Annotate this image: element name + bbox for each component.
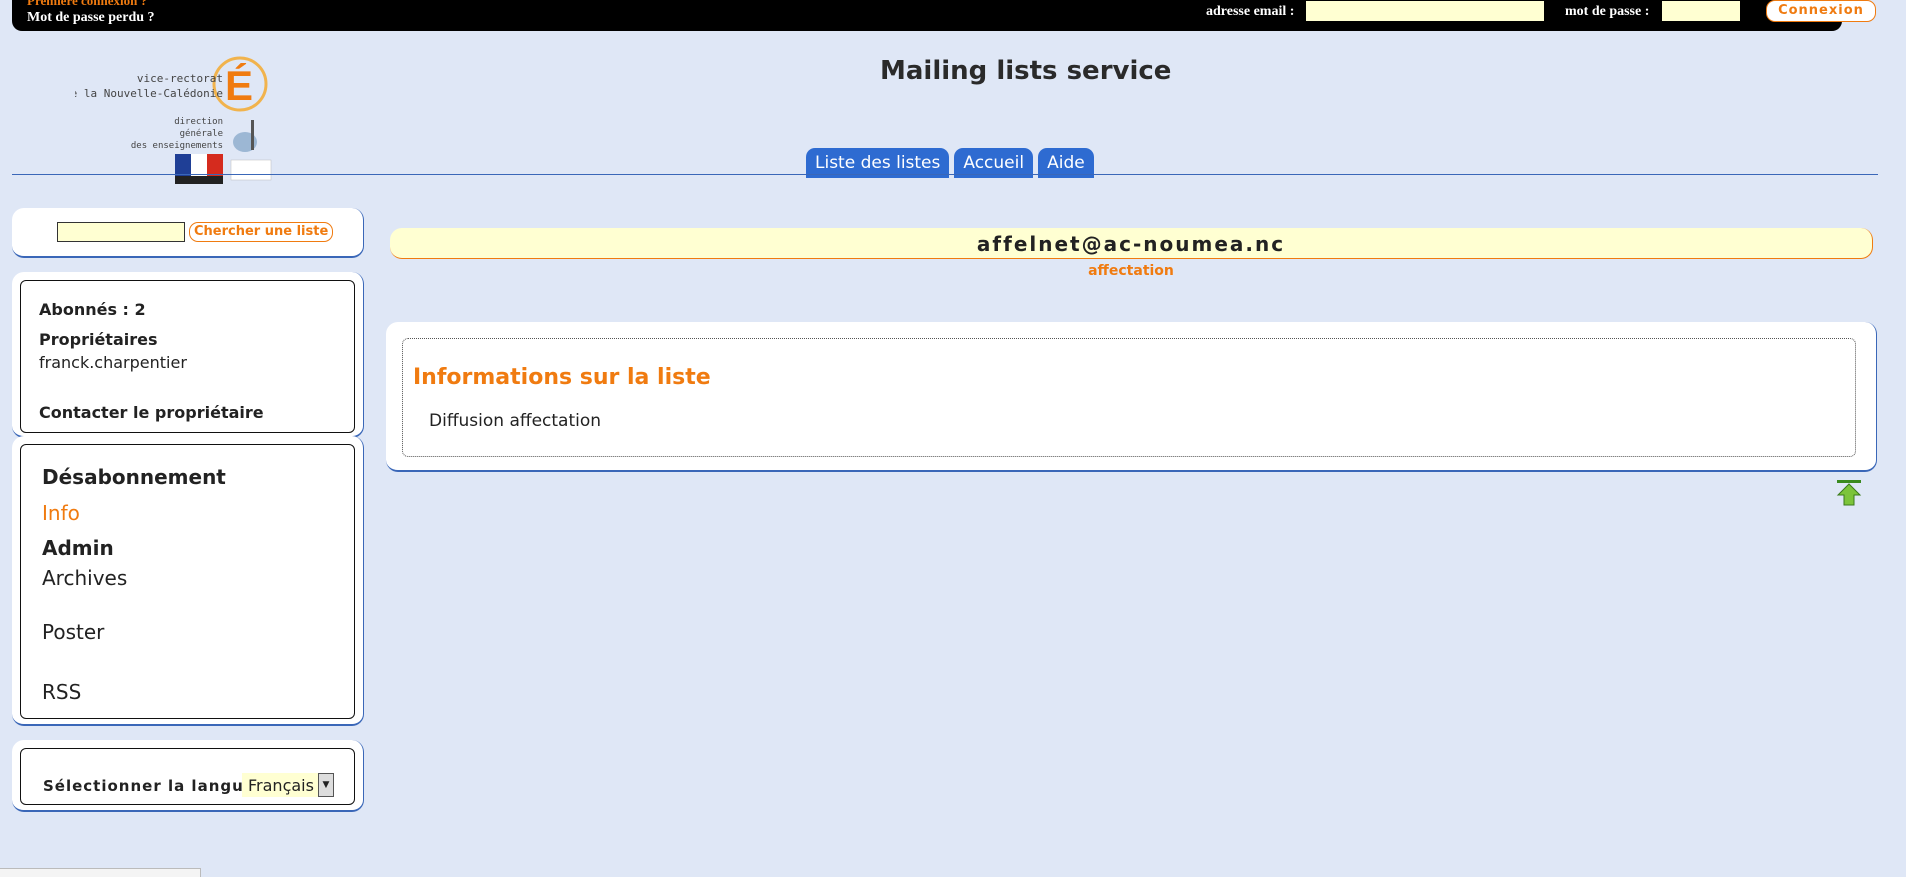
- subscriber-count: Abonnés : 2: [39, 300, 146, 319]
- section-title: Informations sur la liste: [413, 365, 711, 390]
- page-title: Mailing lists service: [880, 56, 1172, 86]
- password-label: mot de passe :: [1565, 4, 1650, 19]
- list-info-panel: Abonnés : 2 Propriétaires franck.charpen…: [12, 272, 364, 438]
- list-info-content-panel: Informations sur la liste Diffusion affe…: [386, 322, 1877, 472]
- password-field[interactable]: [1662, 1, 1740, 21]
- header-divider: [12, 174, 1878, 175]
- menu-post[interactable]: Poster: [42, 620, 104, 644]
- menu-archives[interactable]: Archives: [42, 566, 127, 590]
- menu-info[interactable]: Info: [42, 501, 80, 525]
- logo-line1: vice-rectorat: [137, 72, 223, 85]
- owners-heading: Propriétaires: [39, 330, 158, 349]
- language-selected-value: Français: [248, 775, 314, 795]
- logo-line5: des enseignements: [131, 141, 223, 151]
- list-menu-box: Désabonnement Info Admin Archives Poster…: [20, 444, 355, 719]
- contact-owner-link[interactable]: Contacter le propriétaire: [39, 403, 264, 422]
- list-menu-panel: Désabonnement Info Admin Archives Poster…: [12, 436, 364, 726]
- first-login-link[interactable]: Première connexion ?: [27, 0, 147, 9]
- menu-rss[interactable]: RSS: [42, 680, 81, 704]
- top-login-bar: Première connexion ? Mot de passe perdu …: [12, 0, 1876, 31]
- language-select[interactable]: Français ▼: [242, 773, 334, 797]
- list-subject: affectation: [1088, 263, 1174, 279]
- email-field[interactable]: [1306, 1, 1544, 21]
- list-info-content-box: Informations sur la liste Diffusion affe…: [402, 338, 1856, 457]
- language-box: Sélectionner la langue Français ▼: [20, 748, 355, 805]
- menu-admin[interactable]: Admin: [42, 536, 114, 560]
- lost-password-link[interactable]: Mot de passe perdu ?: [27, 10, 155, 26]
- login-button[interactable]: Connexion: [1766, 0, 1876, 22]
- email-label: adresse email :: [1206, 4, 1295, 19]
- language-panel: Sélectionner la langue Français ▼: [12, 740, 364, 812]
- vice-rectorat-logo[interactable]: É vice-rectorat de la Nouvelle-Calédonie…: [64, 42, 275, 187]
- chevron-down-icon[interactable]: ▼: [318, 773, 334, 797]
- search-button[interactable]: Chercher une liste: [189, 222, 334, 242]
- logo-line3: direction: [174, 117, 223, 127]
- owner-name: franck.charpentier: [39, 353, 187, 372]
- search-input[interactable]: [57, 222, 185, 242]
- list-address: affelnet@ac-noumea.nc: [976, 232, 1286, 256]
- list-address-banner: affelnet@ac-noumea.nc: [390, 228, 1873, 259]
- list-info-box: Abonnés : 2 Propriétaires franck.charpen…: [20, 280, 355, 433]
- menu-unsubscribe[interactable]: Désabonnement: [42, 465, 226, 489]
- logo-line4: générale: [180, 128, 223, 139]
- search-panel: Chercher une liste: [12, 208, 364, 258]
- language-label: Sélectionner la langue: [43, 777, 255, 795]
- logo-line2: de la Nouvelle-Calédonie: [75, 87, 223, 100]
- svg-text:É: É: [225, 62, 253, 109]
- back-to-top-icon[interactable]: [1836, 479, 1862, 507]
- list-description: Diffusion affectation: [429, 411, 602, 431]
